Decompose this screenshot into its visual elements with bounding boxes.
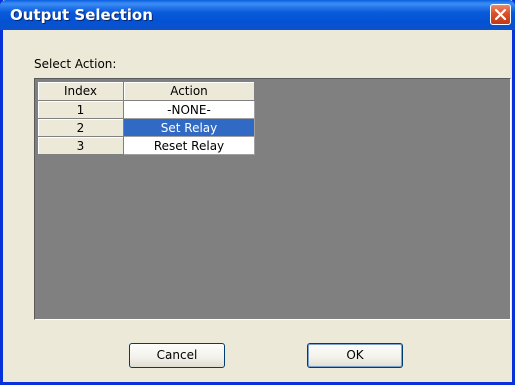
close-button[interactable] [490,4,511,25]
dialog-title: Output Selection [10,6,153,24]
row-index-cell[interactable]: 1 [37,100,124,119]
close-icon [494,8,507,21]
title-bar[interactable]: Output Selection [0,0,515,30]
cancel-button[interactable]: Cancel [129,343,225,368]
table-row-selected[interactable]: 2 Set Relay [37,118,255,137]
action-cell[interactable]: -NONE- [123,100,255,119]
action-cell[interactable]: Reset Relay [123,136,255,155]
row-index-cell[interactable]: 3 [37,136,124,155]
row-index-cell[interactable]: 2 [37,118,124,137]
column-header-action[interactable]: Action [123,81,255,101]
ok-button[interactable]: OK [307,343,403,368]
table-row[interactable]: 1 -NONE- [37,100,255,119]
select-action-label: Select Action: [34,57,117,71]
table-header-row: Index Action [37,81,255,101]
output-selection-dialog: Output Selection Select Action: Index Ac… [0,0,515,385]
table-row[interactable]: 3 Reset Relay [37,136,255,155]
column-header-index[interactable]: Index [37,81,124,101]
action-cell-selected[interactable]: Set Relay [123,118,255,137]
action-table: Index Action 1 -NONE- 2 Set Relay 3 Rese… [37,81,255,155]
action-grid[interactable]: Index Action 1 -NONE- 2 Set Relay 3 Rese… [34,78,511,320]
